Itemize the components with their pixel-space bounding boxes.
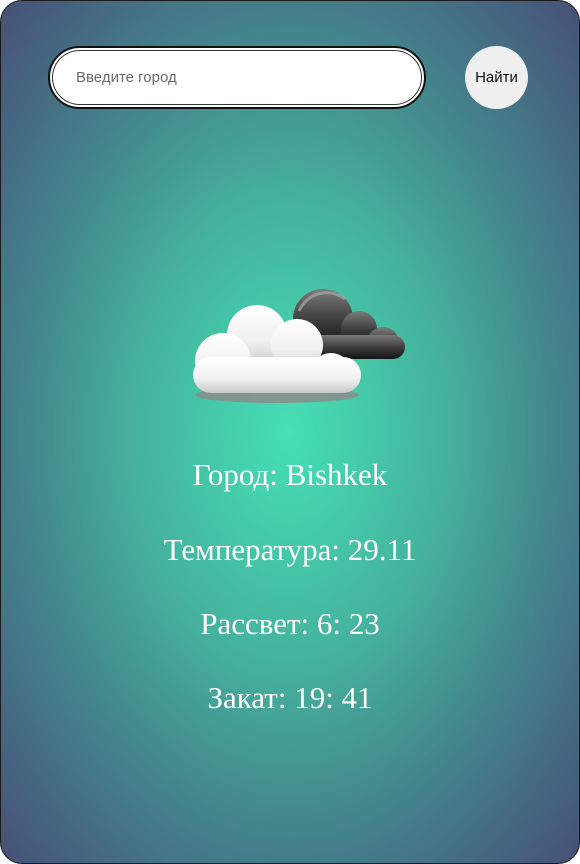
sunset-label: Закат: bbox=[207, 680, 295, 715]
weather-card: Найти bbox=[0, 0, 580, 864]
sunset-value: 19: 41 bbox=[294, 680, 373, 715]
city-label: Город: bbox=[192, 457, 286, 492]
sunrise-value: 6: 23 bbox=[316, 606, 380, 641]
city-value: Bishkek bbox=[285, 457, 388, 492]
cloud-icon bbox=[193, 289, 405, 403]
sunset-line: Закат: 19: 41 bbox=[1, 680, 579, 716]
sunrise-label: Рассвет: bbox=[200, 606, 317, 641]
search-bar: Найти bbox=[48, 46, 528, 110]
search-button[interactable]: Найти bbox=[465, 46, 528, 109]
temperature-value: 29.11 bbox=[347, 532, 417, 567]
temperature-label: Температура: bbox=[163, 532, 348, 567]
sunrise-line: Рассвет: 6: 23 bbox=[1, 606, 579, 642]
temperature-line: Температура: 29.11 bbox=[1, 532, 579, 568]
city-search-input[interactable] bbox=[48, 46, 426, 109]
city-line: Город: Bishkek bbox=[1, 457, 579, 493]
